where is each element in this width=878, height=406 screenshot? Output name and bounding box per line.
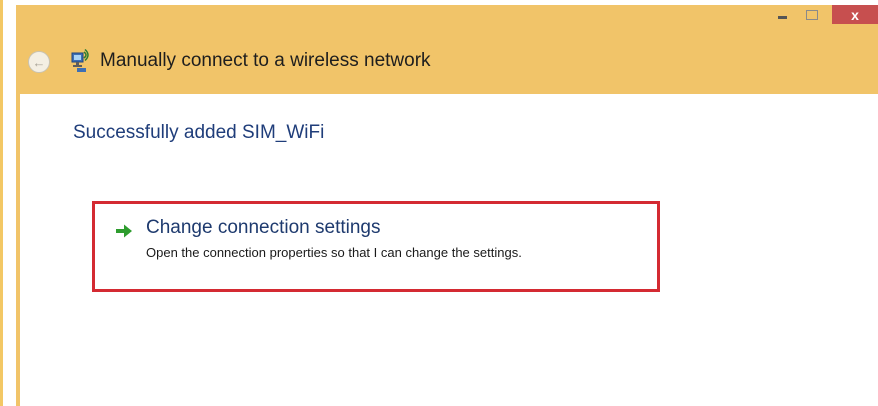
screenshot: x ← Manually connect to a wireless netwo… <box>0 0 878 406</box>
maximize-icon <box>806 9 818 20</box>
minimize-icon <box>777 16 787 19</box>
background-window-edge <box>0 0 3 406</box>
title-bar: x <box>16 5 878 27</box>
wireless-network-icon <box>71 49 89 72</box>
close-button[interactable]: x <box>832 5 878 24</box>
close-icon: x <box>851 6 859 23</box>
navigation-bar: ← Manually connect to a wireless network <box>16 27 878 94</box>
option-title: Change connection settings <box>146 217 381 238</box>
wizard-content: Successfully added SIM_WiFi Change conne… <box>20 94 878 406</box>
green-arrow-icon <box>116 224 132 238</box>
window-title: Manually connect to a wireless network <box>100 50 431 71</box>
option-description: Open the connection properties so that I… <box>146 245 522 260</box>
maximize-button[interactable] <box>799 5 825 24</box>
wizard-window: x ← Manually connect to a wireless netwo… <box>16 5 878 406</box>
change-connection-settings-option[interactable]: Change connection settings Open the conn… <box>92 201 660 292</box>
back-button[interactable]: ← <box>28 51 50 73</box>
success-heading: Successfully added SIM_WiFi <box>73 122 325 143</box>
minimize-button[interactable] <box>769 5 795 24</box>
back-arrow-icon: ← <box>32 54 46 70</box>
